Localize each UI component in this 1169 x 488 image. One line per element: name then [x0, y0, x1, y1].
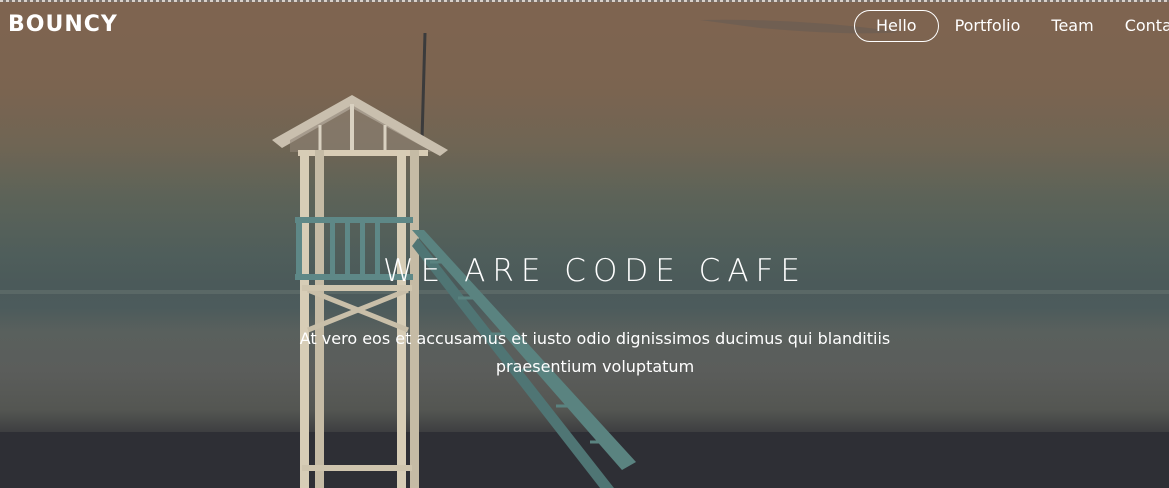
nav-item-portfolio[interactable]: Portfolio [940, 10, 1036, 42]
hero-subtext: At vero eos et accusamus et iusto odio d… [299, 329, 891, 376]
nav-item-team[interactable]: Team [1036, 10, 1108, 42]
lifeguard-tower-beach-icon [0, 19, 1169, 488]
nav-item-contact[interactable]: Contact [1110, 10, 1169, 42]
hero-headline: WE ARE CODE CAFE [383, 253, 807, 289]
main-nav: Hello Portfolio Team Contact [854, 10, 1169, 42]
hero-section: BOUNCY Hello Portfolio Team Contact WE A… [0, 0, 1169, 488]
brand-logo[interactable]: BOUNCY [8, 12, 118, 37]
nav-item-hello[interactable]: Hello [854, 10, 939, 42]
